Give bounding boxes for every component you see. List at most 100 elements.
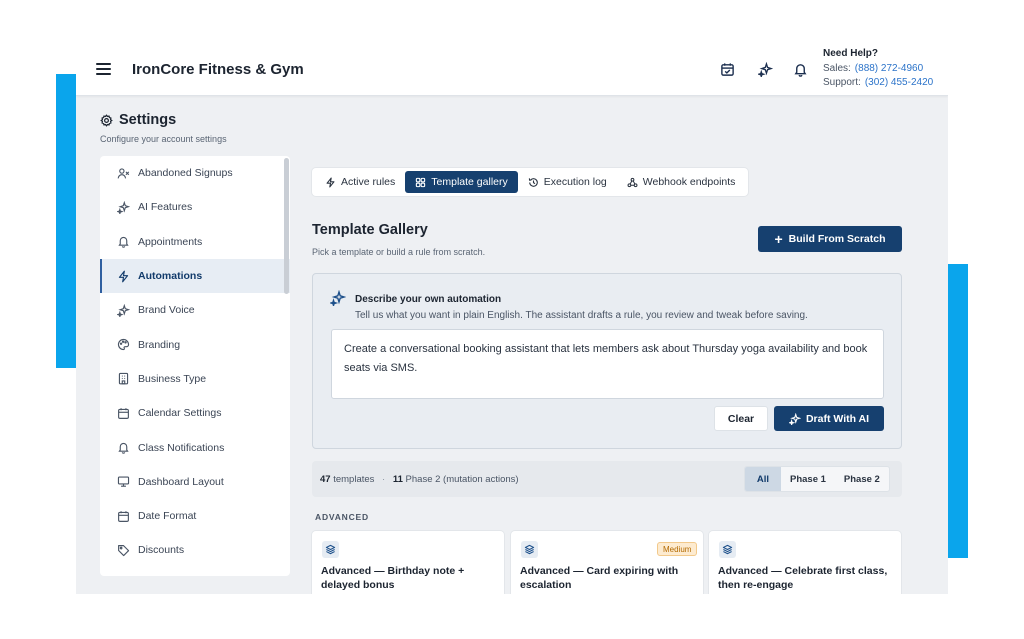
- sidebar-item-discounts[interactable]: Discounts: [100, 533, 290, 567]
- sidebar-item-calendar-settings[interactable]: Calendar Settings: [100, 396, 290, 430]
- sidebar-item-abandoned-signups[interactable]: Abandoned Signups: [100, 156, 290, 190]
- bell-icon: [116, 235, 130, 249]
- sidebar-item-label: Discounts: [138, 544, 185, 557]
- help-title: Need Help?: [823, 48, 879, 59]
- sidebar-item-class-notifications[interactable]: Class Notifications: [100, 430, 290, 464]
- calendar-check-icon[interactable]: [718, 60, 736, 78]
- template-card[interactable]: Medium Advanced — Card expiring with esc…: [511, 531, 703, 594]
- calendar-icon: [116, 406, 130, 420]
- bolt-icon: [325, 176, 336, 188]
- sidebar-item-date-format[interactable]: Date Format: [100, 499, 290, 533]
- filter-phase1-button[interactable]: Phase 1: [781, 467, 835, 491]
- section-title: Template Gallery: [312, 222, 428, 238]
- tab-template-gallery[interactable]: Template gallery: [405, 171, 518, 193]
- bolt-icon: [116, 269, 130, 283]
- sidebar-item-automations[interactable]: Automations: [100, 258, 290, 294]
- webhook-icon: [627, 177, 638, 188]
- help-contact: Need Help? Sales: (888) 272-4960 Support:…: [823, 47, 933, 91]
- bell-icon[interactable]: [791, 60, 809, 78]
- sidebar-item-ai-features[interactable]: AI Features: [100, 190, 290, 224]
- template-card-title: Advanced — Card expiring with escalation: [520, 565, 679, 591]
- sparkles-icon[interactable]: [756, 60, 774, 78]
- sparkles-icon: [328, 289, 348, 308]
- history-icon: [528, 177, 539, 188]
- support-label: Support:: [823, 77, 861, 88]
- settings-sidebar: Abandoned Signups AI Features Appointmen…: [100, 156, 290, 576]
- tab-execution-log[interactable]: Execution log: [518, 171, 617, 193]
- sparkles-icon: [116, 303, 130, 317]
- support-phone-link[interactable]: (302) 455-2420: [865, 77, 933, 88]
- sidebar-item-label: Appointments: [138, 235, 203, 248]
- bell-icon: [116, 441, 130, 455]
- automation-tabs: Active rules Template gallery Execution …: [312, 168, 749, 196]
- menu-icon[interactable]: [96, 63, 111, 75]
- filter-all-button[interactable]: All: [745, 467, 781, 491]
- phase2-count: 11: [392, 474, 403, 485]
- tab-webhook-endpoints[interactable]: Webhook endpoints: [617, 171, 746, 193]
- template-count: 47: [320, 474, 331, 485]
- draft-with-ai-button[interactable]: Draft With AI: [774, 406, 884, 431]
- settings-header: Settings Configure your account settings: [100, 112, 227, 144]
- sidebar-scrollbar[interactable]: [284, 158, 289, 294]
- app-window: IronCore Fitness & Gym Need Help? Sales:…: [76, 40, 948, 594]
- sidebar-item-brand-voice[interactable]: Brand Voice: [100, 293, 290, 327]
- count-separator: ·: [382, 474, 386, 485]
- monitor-icon: [116, 475, 130, 489]
- difficulty-badge: Medium: [657, 542, 698, 556]
- sidebar-item-label: Calendar Settings: [138, 407, 222, 420]
- sidebar-item-label: Date Format: [138, 510, 197, 523]
- tab-label: Active rules: [341, 176, 396, 188]
- app-title: IronCore Fitness & Gym: [132, 61, 304, 78]
- template-filter-bar: 47 templates · 11 Phase 2 (mutation acti…: [312, 461, 902, 497]
- sidebar-item-appointments[interactable]: Appointments: [100, 225, 290, 259]
- tab-label: Execution log: [543, 176, 607, 188]
- sales-row: Sales: (888) 272-4960: [823, 62, 933, 77]
- page-subtitle: Configure your account settings: [100, 134, 227, 144]
- clear-button[interactable]: Clear: [714, 406, 768, 431]
- section-subtitle: Pick a template or build a rule from scr…: [312, 247, 486, 257]
- sidebar-item-label: Business Type: [138, 372, 207, 385]
- sidebar-item-label: Class Notifications: [138, 441, 225, 454]
- user-x-icon: [116, 166, 130, 180]
- gear-icon: [100, 113, 113, 127]
- grid-icon: [415, 177, 426, 188]
- build-from-scratch-button[interactable]: + Build From Scratch: [758, 226, 902, 252]
- sidebar-item-label: Dashboard Layout: [138, 475, 224, 488]
- sidebar-item-business-type[interactable]: Business Type: [100, 362, 290, 396]
- layers-icon: [521, 541, 538, 558]
- top-bar: IronCore Fitness & Gym Need Help? Sales:…: [76, 40, 948, 96]
- template-card[interactable]: Advanced — Birthday note + delayed bonus: [312, 531, 504, 594]
- sparkles-icon: [116, 200, 130, 214]
- plus-icon: +: [774, 231, 783, 247]
- describe-automation-panel: Describe your own automation Tell us wha…: [312, 273, 902, 449]
- decorative-bar-right: [948, 264, 968, 558]
- phase2-label: Phase 2 (mutation actions): [405, 474, 519, 485]
- filter-phase2-button[interactable]: Phase 2: [835, 467, 889, 491]
- support-row: Support: (302) 455-2420: [823, 76, 933, 91]
- describe-subtitle: Tell us what you want in plain English. …: [355, 310, 808, 321]
- sidebar-item-dashboard-layout[interactable]: Dashboard Layout: [100, 465, 290, 499]
- building-icon: [116, 372, 130, 386]
- phase-filter-segmented-control: All Phase 1 Phase 2: [744, 466, 890, 492]
- sidebar-item-branding[interactable]: Branding: [100, 327, 290, 361]
- template-card-title: Advanced — Celebrate first class, then r…: [718, 565, 888, 591]
- template-card-title: Advanced — Birthday note + delayed bonus: [321, 565, 465, 591]
- build-button-label: Build From Scratch: [788, 233, 886, 245]
- palette-icon: [116, 338, 130, 352]
- draft-button-label: Draft With AI: [805, 412, 870, 425]
- tag-icon: [116, 543, 130, 557]
- layers-icon: [322, 541, 339, 558]
- page-title: Settings: [119, 112, 177, 128]
- template-counts: 47 templates · 11 Phase 2 (mutation acti…: [320, 474, 519, 485]
- template-card[interactable]: Advanced — Celebrate first class, then r…: [709, 531, 901, 594]
- sidebar-item-label: Automations: [138, 270, 203, 283]
- describe-title: Describe your own automation: [355, 294, 502, 305]
- sidebar-item-label: Abandoned Signups: [138, 167, 233, 180]
- tab-active-rules[interactable]: Active rules: [315, 171, 405, 193]
- sidebar-item-label: AI Features: [138, 201, 193, 214]
- tab-label: Webhook endpoints: [642, 176, 736, 188]
- automation-description-input[interactable]: Create a conversational booking assistan…: [331, 329, 884, 399]
- category-label: ADVANCED: [315, 512, 369, 522]
- sales-phone-link[interactable]: (888) 272-4960: [855, 63, 923, 74]
- settings-title-row: Settings: [100, 112, 227, 128]
